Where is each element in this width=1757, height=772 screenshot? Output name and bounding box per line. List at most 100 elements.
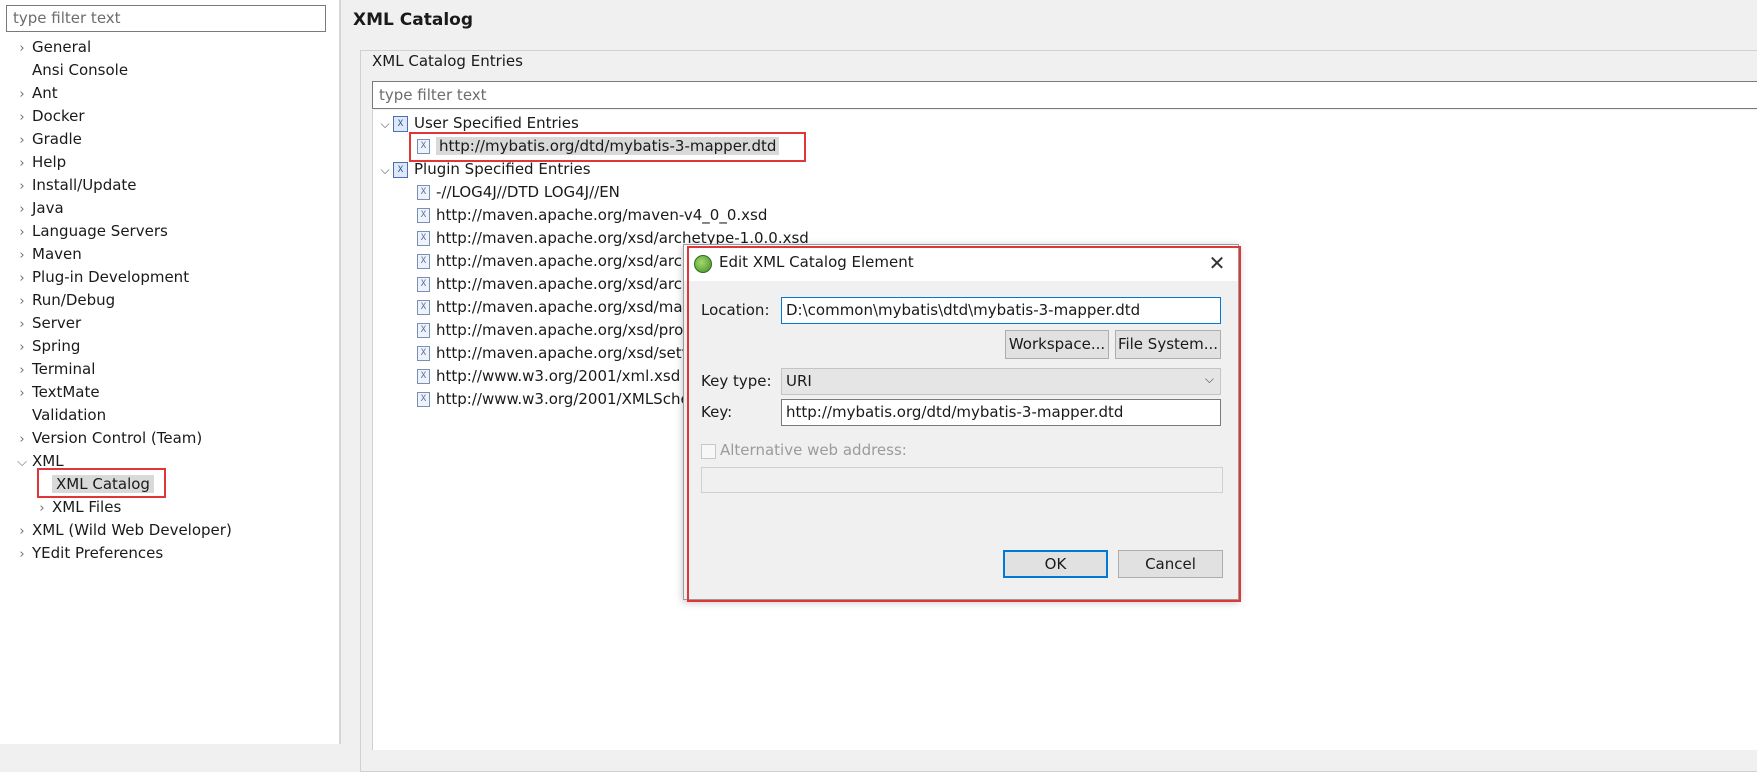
nav-item-spring[interactable]: › Spring — [12, 335, 80, 358]
nav-item-label: XML Files — [52, 498, 122, 516]
nav-item-ant[interactable]: › Ant — [12, 82, 58, 106]
nav-item-server[interactable]: › Server — [12, 312, 81, 335]
group-label: XML Catalog Entries — [368, 52, 527, 70]
tree-entry-plugin[interactable]: X -//LOG4J//DTD LOG4J//EN — [417, 181, 620, 204]
chevron-right-icon[interactable]: › — [12, 37, 32, 60]
nav-item-label: YEdit Preferences — [32, 544, 164, 562]
tree-group-label: Plugin Specified Entries — [414, 160, 591, 178]
nav-item-label: Docker — [32, 107, 85, 125]
tree-entry-plugin[interactable]: Xhttp://maven.apache.org/xsd/mav — [417, 296, 691, 319]
tree-entry-plugin[interactable]: Xhttp://www.w3.org/2001/xml.xsd — [417, 365, 680, 388]
xml-file-icon: X — [417, 185, 430, 200]
entry-label: http://maven.apache.org/maven-v4_0_0.xsd — [436, 206, 768, 224]
nav-item-java[interactable]: › Java — [12, 197, 64, 221]
nav-item-language-servers[interactable]: › Language Servers — [12, 220, 168, 244]
tree-entry-plugin[interactable]: Xhttp://maven.apache.org/maven-v4_0_0.xs… — [417, 204, 767, 227]
xml-file-icon: X — [417, 300, 430, 315]
xml-file-icon: X — [417, 346, 430, 361]
chevron-right-icon[interactable]: › — [12, 290, 32, 313]
xml-file-icon: X — [417, 323, 430, 338]
pane-splitter[interactable] — [339, 0, 341, 744]
chevron-right-icon[interactable]: › — [12, 313, 32, 336]
chevron-right-icon[interactable]: › — [12, 336, 32, 359]
catalog-group-icon: X — [393, 115, 408, 132]
chevron-down-icon[interactable]: ⌵ — [377, 159, 393, 182]
nav-item-label: Run/Debug — [32, 291, 116, 309]
nav-item-label: Validation — [32, 406, 107, 424]
chevron-right-icon[interactable]: › — [12, 83, 32, 106]
nav-item-ansi-console[interactable]: Ansi Console — [12, 59, 128, 82]
entry-label: http://maven.apache.org/xsd/prof — [436, 321, 689, 339]
chevron-right-icon[interactable]: › — [12, 175, 32, 198]
chevron-down-icon[interactable]: ⌵ — [12, 451, 32, 474]
nav-item-help[interactable]: › Help — [12, 151, 66, 174]
tree-group-label: User Specified Entries — [414, 114, 579, 132]
page-title: XML Catalog — [353, 10, 473, 30]
nav-item-yedit-preferences[interactable]: › YEdit Preferences — [12, 542, 163, 565]
xml-file-icon: X — [417, 231, 430, 246]
tree-entry-plugin[interactable]: Xhttp://maven.apache.org/xsd/arch — [417, 250, 692, 273]
nav-item-xml-files[interactable]: › XML Files — [32, 496, 121, 519]
chevron-right-icon[interactable]: › — [12, 198, 32, 221]
highlight-box — [37, 468, 166, 498]
nav-item-run-debug[interactable]: › Run/Debug — [12, 289, 115, 312]
chevron-right-icon[interactable]: › — [12, 152, 32, 175]
nav-filter-input[interactable]: type filter text — [6, 5, 326, 32]
nav-item-terminal[interactable]: › Terminal — [12, 358, 95, 381]
xml-file-icon: X — [417, 277, 430, 292]
nav-item-label: Gradle — [32, 130, 82, 148]
chevron-right-icon[interactable]: › — [12, 428, 32, 451]
chevron-right-icon[interactable]: › — [12, 267, 32, 290]
nav-item-label: Install/Update — [32, 176, 137, 194]
nav-item-label: Help — [32, 153, 67, 171]
nav-item-label: Java — [32, 199, 64, 217]
nav-item-docker[interactable]: › Docker — [12, 105, 85, 129]
nav-item-label: TextMate — [32, 383, 100, 401]
tree-entry-plugin[interactable]: Xhttp://maven.apache.org/xsd/prof — [417, 319, 689, 342]
nav-item-label: Spring — [32, 337, 81, 355]
xml-file-icon: X — [417, 369, 430, 384]
preferences-nav-pane: type filter text › General Ansi Console ›… — [0, 0, 339, 744]
nav-item-label: Language Servers — [32, 222, 168, 240]
nav-item-install-update[interactable]: › Install/Update — [12, 174, 137, 198]
nav-item-gradle[interactable]: › Gradle — [12, 128, 82, 151]
chevron-right-icon[interactable]: › — [12, 244, 32, 267]
chevron-right-icon[interactable]: › — [12, 129, 32, 152]
entry-label: -//LOG4J//DTD LOG4J//EN — [436, 183, 620, 201]
tree-entry-plugin[interactable]: Xhttp://maven.apache.org/xsd/setti — [417, 342, 692, 365]
tree-entry-plugin[interactable]: Xhttp://maven.apache.org/xsd/arch — [417, 273, 692, 296]
highlight-box — [409, 132, 806, 162]
chevron-right-icon[interactable]: › — [32, 497, 52, 520]
catalog-group-icon: X — [393, 161, 408, 178]
entry-label: http://www.w3.org/2001/XMLSche — [436, 390, 690, 408]
chevron-right-icon[interactable]: › — [12, 359, 32, 382]
xml-file-icon: X — [417, 392, 430, 407]
entry-label: http://maven.apache.org/xsd/arch — [436, 275, 692, 293]
chevron-right-icon[interactable]: › — [12, 543, 32, 566]
nav-item-plugin-development[interactable]: › Plug-in Development — [12, 266, 189, 289]
tree-entry-plugin[interactable]: Xhttp://www.w3.org/2001/XMLSche — [417, 388, 690, 411]
nav-item-version-control[interactable]: › Version Control (Team) — [12, 427, 202, 450]
chevron-right-icon[interactable]: › — [12, 106, 32, 129]
nav-item-label: Server — [32, 314, 82, 332]
nav-item-textmate[interactable]: › TextMate — [12, 381, 100, 405]
chevron-right-icon[interactable]: › — [12, 382, 32, 405]
nav-item-general[interactable]: › General — [12, 36, 91, 59]
chevron-right-icon[interactable]: › — [12, 221, 32, 244]
nav-item-xml-wild-web-developer[interactable]: › XML (Wild Web Developer) — [12, 519, 232, 543]
highlight-box — [687, 246, 1241, 602]
nav-item-validation[interactable]: Validation — [12, 404, 106, 427]
chevron-right-icon[interactable]: › — [12, 520, 32, 543]
chevron-down-icon[interactable]: ⌵ — [377, 113, 393, 136]
nav-item-label: Ant — [32, 84, 58, 102]
nav-item-label: Plug-in Development — [32, 268, 190, 286]
nav-item-label: Maven — [32, 245, 82, 263]
entry-label: http://maven.apache.org/xsd/mav — [436, 298, 692, 316]
entry-label: http://www.w3.org/2001/xml.xsd — [436, 367, 681, 385]
xml-file-icon: X — [417, 254, 430, 269]
nav-item-label: Version Control (Team) — [32, 429, 203, 447]
entry-label: http://maven.apache.org/xsd/arch — [436, 252, 692, 270]
entries-filter-input[interactable]: type filter text — [372, 81, 1757, 109]
nav-item-maven[interactable]: › Maven — [12, 243, 82, 267]
nav-item-label: XML (Wild Web Developer) — [32, 521, 232, 539]
